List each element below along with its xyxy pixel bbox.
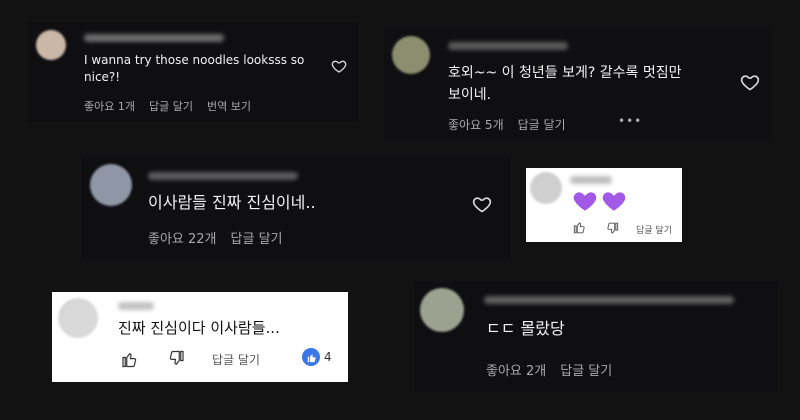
username-blurred[interactable] [118, 302, 154, 310]
like-count[interactable]: 좋아요 2개 [486, 360, 546, 379]
comment-actions: 좋아요 1개 답글 달기 번역 보기 [84, 98, 265, 114]
avatar[interactable] [36, 30, 66, 60]
comment-text: ㄷㄷ 몰랐당 [486, 319, 565, 338]
comment-text: 진짜 진심이다 이사람들... [118, 319, 280, 337]
comment-actions: 좋아요 22개 답글 달기 [148, 228, 297, 247]
reply-button[interactable]: 답글 달기 [560, 360, 612, 379]
purple-heart-icon [573, 192, 597, 211]
comment-text: 이사람들 진짜 진심이네.. [148, 193, 316, 212]
like-count[interactable]: 좋아요 5개 [448, 116, 504, 133]
avatar[interactable] [90, 164, 132, 206]
like-badge-icon [302, 348, 320, 366]
like-badge[interactable]: 4 [302, 348, 332, 366]
avatar[interactable] [530, 172, 562, 204]
comment-card-1: I wanna try those noodles looksss so nic… [28, 22, 358, 122]
username-blurred[interactable] [570, 176, 612, 184]
comment-actions: 좋아요 5개 답글 달기 [448, 116, 580, 133]
username-blurred[interactable] [448, 42, 568, 50]
reply-button[interactable]: 답글 달기 [231, 228, 283, 247]
username-blurred[interactable] [484, 296, 734, 304]
comment-actions: 답글 달기 [212, 351, 274, 368]
comment-actions: 답글 달기 [636, 223, 686, 236]
username-blurred[interactable] [148, 172, 298, 180]
reply-button[interactable]: 답글 달기 [636, 223, 672, 236]
heart-icon[interactable] [472, 194, 492, 214]
comment-text: 호외~~ 이 청년들 보게? 갈수록 멋짐만 보이네. [448, 65, 682, 103]
avatar[interactable] [420, 288, 464, 332]
comment-text: I wanna try those noodles looksss so nic… [84, 53, 305, 84]
like-count: 4 [324, 350, 332, 364]
comment-card-2: 호외~~ 이 청년들 보게? 갈수록 멋짐만 보이네. 좋아요 5개 답글 달기… [384, 28, 772, 140]
comment-card-4: 답글 달기 [526, 168, 682, 242]
thumbs-up-icon[interactable] [572, 220, 586, 234]
reply-button[interactable]: 답글 달기 [518, 116, 566, 133]
thumbs-down-icon[interactable] [606, 222, 620, 236]
purple-hearts [572, 188, 652, 214]
username-blurred[interactable] [84, 34, 224, 42]
reply-button[interactable]: 답글 달기 [212, 351, 260, 368]
like-count[interactable]: 좋아요 1개 [84, 98, 135, 114]
translate-button[interactable]: 번역 보기 [207, 98, 251, 114]
purple-heart-icon [602, 192, 626, 211]
comment-card-6: ㄷㄷ 몰랐당 좋아요 2개 답글 달기 [414, 282, 778, 392]
thumbs-up-icon[interactable] [120, 350, 138, 368]
like-count[interactable]: 좋아요 22개 [148, 228, 217, 247]
comment-card-3: 이사람들 진짜 진심이네.. 좋아요 22개 답글 달기 [82, 156, 510, 260]
avatar[interactable] [392, 36, 430, 74]
comment-actions: 좋아요 2개 답글 달기 [486, 360, 626, 379]
comment-card-5: 진짜 진심이다 이사람들... 답글 달기 4 [52, 292, 348, 382]
avatar[interactable] [58, 298, 98, 338]
reply-button[interactable]: 답글 달기 [149, 98, 193, 114]
heart-icon[interactable] [331, 58, 347, 74]
heart-icon[interactable] [740, 72, 760, 92]
thumbs-down-icon[interactable] [168, 350, 186, 368]
more-options-icon[interactable]: ••• [618, 114, 642, 128]
